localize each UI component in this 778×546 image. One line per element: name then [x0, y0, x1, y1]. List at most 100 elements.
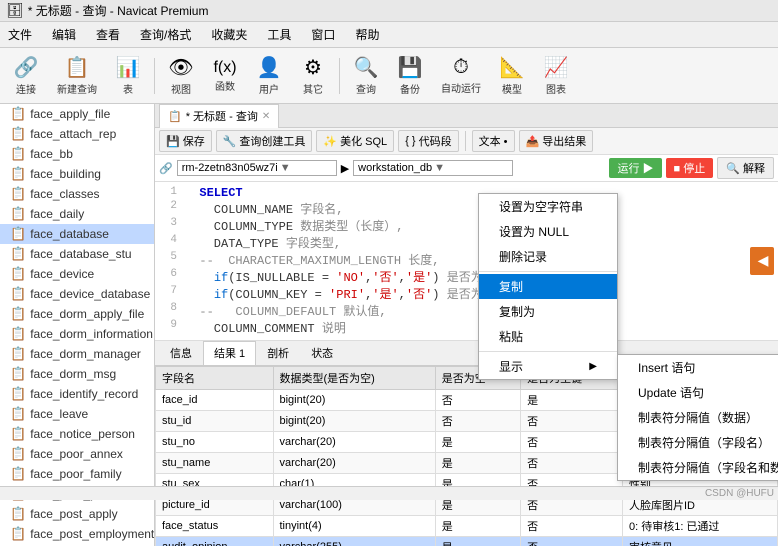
submenu-tab-data[interactable]: 制表符分隔值（数据）: [618, 405, 778, 430]
query-tab[interactable]: 📋 * 无标题 - 查询 ✕: [159, 104, 279, 128]
connection-value: rm-2zetn83n05wz7i: [182, 162, 278, 174]
toolbar-view[interactable]: 👁 视图: [161, 52, 201, 99]
save-button[interactable]: 💾 保存: [159, 130, 212, 152]
table-icon: 📋: [10, 106, 26, 122]
sidebar-item-face_dorm_apply_file[interactable]: 📋face_dorm_apply_file: [0, 304, 154, 324]
sidebar-item-face_notice_person[interactable]: 📋face_notice_person: [0, 424, 154, 444]
sidebar-item-face_daily[interactable]: 📋face_daily: [0, 204, 154, 224]
tab-profile[interactable]: 剖析: [256, 341, 300, 365]
conn-dropdown-arrow: ▼: [280, 162, 291, 174]
qt-sep-1: [465, 131, 466, 151]
menu-favorites[interactable]: 收藏夹: [207, 24, 251, 45]
sidebar-item-label: face_leave: [30, 407, 88, 421]
submenu-tab-fields[interactable]: 制表符分隔值（字段名）: [618, 430, 778, 455]
sidebar-item-face_bb[interactable]: 📋face_bb: [0, 144, 154, 164]
explain-button[interactable]: 🔍 解释: [717, 157, 774, 179]
menu-view[interactable]: 查看: [92, 24, 124, 45]
sidebar-item-face_leave[interactable]: 📋face_leave: [0, 404, 154, 424]
code-segment-button[interactable]: { } 代码段: [398, 130, 458, 152]
sidebar-item-face_attach_rep[interactable]: 📋face_attach_rep: [0, 124, 154, 144]
watermark: CSDN @HUFU: [705, 488, 774, 499]
ctx-copy-as[interactable]: 复制为: [479, 299, 617, 324]
sql-editor[interactable]: 1 SELECT 2 COLUMN_NAME 字段名, 3 COLUMN_TYP…: [155, 182, 778, 341]
sidebar-item-face_database[interactable]: 📋face_database: [0, 224, 154, 244]
sidebar-item-face_device[interactable]: 📋face_device: [0, 264, 154, 284]
toolbar-connect[interactable]: 🔗 连接: [6, 52, 46, 99]
toolbar-chart[interactable]: 📈 图表: [536, 52, 576, 99]
sidebar-item-face_dorm_msg[interactable]: 📋face_dorm_msg: [0, 364, 154, 384]
submenu-tab-both[interactable]: 制表符分隔值（字段名和数据）: [618, 455, 778, 480]
sidebar-item-face_post_employment[interactable]: 📋face_post_employment: [0, 524, 154, 544]
conn-icon: 🔗: [159, 162, 173, 175]
sidebar-item-face_apply_file[interactable]: 📋face_apply_file: [0, 104, 154, 124]
ctx-paste[interactable]: 粘贴: [479, 324, 617, 349]
export-button[interactable]: 📤 导出结果: [519, 130, 594, 152]
toolbar-backup[interactable]: 💾 备份: [390, 52, 430, 99]
query-creator-button[interactable]: 🔧 查询创建工具: [216, 130, 313, 152]
ctx-show[interactable]: 显示 ▶ Insert 语句 Update 语句 制表符分隔值（数据） 制表符分…: [479, 354, 617, 379]
toolbar-sep-1: [154, 58, 155, 94]
sidebar-item-face_dorm_information[interactable]: 📋face_dorm_information: [0, 324, 154, 344]
submenu-insert[interactable]: Insert 语句: [618, 355, 778, 380]
table-icon: 📋: [10, 286, 26, 302]
cell-nullable: 是: [435, 453, 520, 474]
toolbar-model[interactable]: 📐 模型: [492, 52, 532, 99]
main-toolbar: 🔗 连接 📋 新建查询 📊 表 👁 视图 f(x) 函数 👤 用户 ⚙ 其它 🔍…: [0, 48, 778, 104]
tab-info[interactable]: 信息: [159, 341, 203, 365]
menu-query[interactable]: 查询/格式: [136, 24, 195, 45]
sql-line-1: 1 SELECT: [155, 186, 778, 200]
model-icon: 📐: [500, 55, 525, 80]
ctx-copy[interactable]: 复制: [479, 274, 617, 299]
other-icon: ⚙: [304, 55, 322, 80]
sidebar-item-face_identify_record[interactable]: 📋face_identify_record: [0, 384, 154, 404]
auto-run-label: 自动运行: [441, 80, 481, 95]
user-icon: 👤: [257, 55, 282, 80]
menu-help[interactable]: 帮助: [351, 24, 383, 45]
cell-primary: 是: [521, 390, 623, 411]
view-icon: 👁: [168, 55, 193, 80]
menu-file[interactable]: 文件: [4, 24, 36, 45]
table-row[interactable]: face_status tinyint(4) 是 否 0: 待审核1: 已通过: [156, 516, 778, 537]
sidebar-item-face_dorm_manager[interactable]: 📋face_dorm_manager: [0, 344, 154, 364]
window-title: * 无标题 - 查询 - Navicat Premium: [28, 2, 209, 19]
tab-results[interactable]: 结果 1: [203, 341, 256, 365]
collapse-arrow[interactable]: ◀: [750, 247, 774, 275]
ctx-set-empty-string[interactable]: 设置为空字符串: [479, 194, 617, 219]
sidebar-item-face_poor_annex[interactable]: 📋face_poor_annex: [0, 444, 154, 464]
toolbar-other[interactable]: ⚙ 其它: [293, 52, 333, 99]
sidebar-item-face_device_database[interactable]: 📋face_device_database: [0, 284, 154, 304]
sidebar-list: 📋face_apply_file📋face_attach_rep📋face_bb…: [0, 104, 154, 546]
menu-window[interactable]: 窗口: [307, 24, 339, 45]
toolbar-query[interactable]: 🔍 查询: [346, 52, 386, 99]
sidebar-item-face_building[interactable]: 📋face_building: [0, 164, 154, 184]
tab-status[interactable]: 状态: [300, 341, 344, 365]
sidebar-item-face_database_stu[interactable]: 📋face_database_stu: [0, 244, 154, 264]
beautify-button[interactable]: ✨ 美化 SQL: [316, 130, 394, 152]
ctx-delete-record[interactable]: 删除记录: [479, 244, 617, 269]
menu-edit[interactable]: 编辑: [48, 24, 80, 45]
toolbar-table[interactable]: 📊 表: [108, 52, 148, 99]
conn-bar: 🔗 rm-2zetn83n05wz7i ▼ ▶ workstation_db ▼…: [155, 155, 778, 182]
toolbar-user[interactable]: 👤 用户: [249, 52, 289, 99]
sidebar-item-face_poor_family[interactable]: 📋face_poor_family: [0, 464, 154, 484]
tab-bar: 📋 * 无标题 - 查询 ✕: [155, 104, 778, 128]
cell-primary: 否: [521, 432, 623, 453]
submenu-update[interactable]: Update 语句: [618, 380, 778, 405]
toolbar-function[interactable]: f(x) 函数: [205, 56, 245, 96]
sidebar-item-face_post_apply[interactable]: 📋face_post_apply: [0, 504, 154, 524]
stop-button[interactable]: ■ 停止: [666, 158, 714, 178]
run-button[interactable]: 运行 ▶: [609, 158, 661, 178]
sidebar-item-label: face_notice_person: [30, 427, 135, 441]
connection-select[interactable]: rm-2zetn83n05wz7i ▼: [177, 160, 337, 176]
table-icon: 📋: [10, 386, 26, 402]
table-row[interactable]: audit_opinion varchar(255) 是 否 审核意见: [156, 537, 778, 546]
sidebar-item-face_classes[interactable]: 📋face_classes: [0, 184, 154, 204]
database-select[interactable]: workstation_db ▼: [353, 160, 513, 176]
query-tab-close[interactable]: ✕: [262, 111, 270, 122]
ctx-set-null[interactable]: 设置为 NULL: [479, 219, 617, 244]
toolbar-new-query[interactable]: 📋 新建查询: [50, 52, 104, 99]
toolbar-auto-run[interactable]: ⏱ 自动运行: [434, 53, 488, 98]
code-segment-label: 代码段: [419, 133, 452, 149]
text-button[interactable]: 文本 •: [472, 130, 515, 152]
menu-tools[interactable]: 工具: [263, 24, 295, 45]
